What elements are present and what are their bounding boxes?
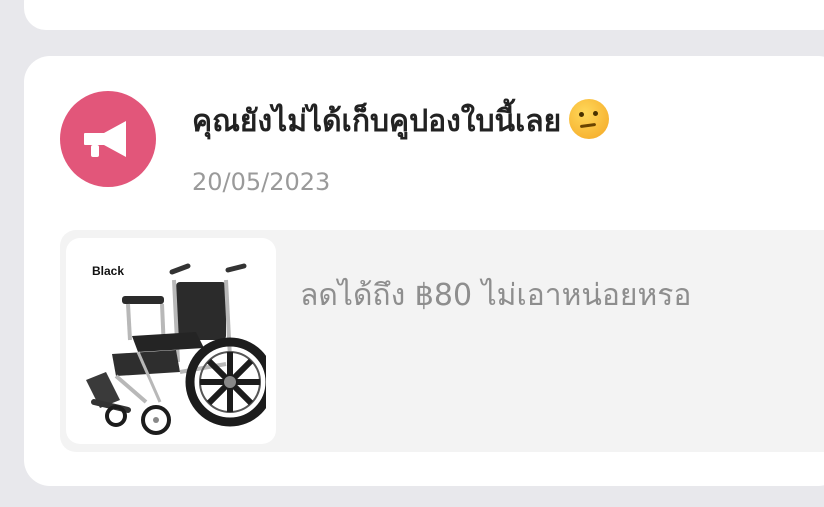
wheelchair-image bbox=[86, 263, 266, 435]
previous-notification-card[interactable] bbox=[24, 0, 824, 30]
megaphone-icon bbox=[84, 121, 126, 157]
notification-card[interactable]: คุณยังไม่ได้เก็บคูปองใบนี้เลย 20/05/2023… bbox=[24, 56, 824, 486]
thinking-face-icon bbox=[569, 99, 610, 139]
product-image: Black bbox=[66, 238, 276, 444]
notification-avatar bbox=[60, 91, 156, 187]
promo-text: ลดได้ถึง ฿80 ไม่เอาหน่อยหรอ bbox=[300, 278, 692, 313]
coupon-promo-box[interactable]: Black ลดได้ถึง ฿80 ไม่เอาหน่อยหรอ bbox=[60, 230, 824, 452]
notification-date: 20/05/2023 bbox=[192, 168, 331, 196]
notification-title-text: คุณยังไม่ได้เก็บคูปองใบนี้เลย bbox=[192, 104, 562, 139]
notification-title: คุณยังไม่ได้เก็บคูปองใบนี้เลย bbox=[192, 98, 610, 145]
